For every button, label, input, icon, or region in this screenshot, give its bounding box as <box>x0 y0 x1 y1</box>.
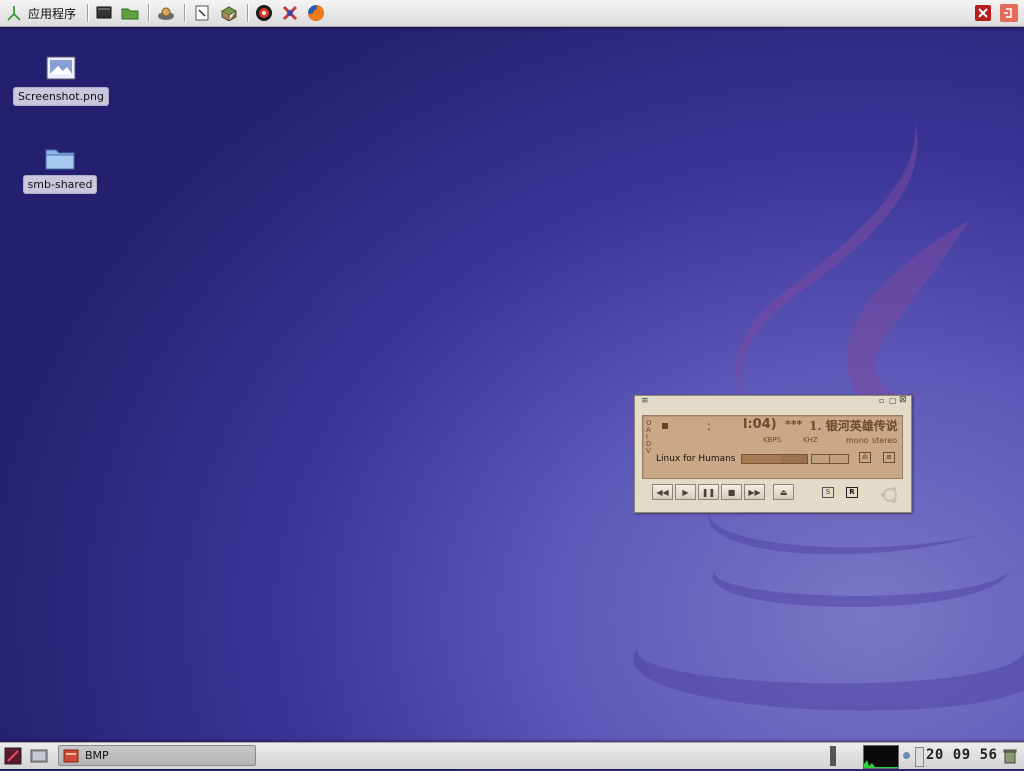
logout-button[interactable] <box>997 3 1021 23</box>
media-player-icon <box>256 5 272 21</box>
show-desktop-icon <box>4 747 22 765</box>
playlist-toggle[interactable]: ≡ <box>883 452 895 463</box>
image-file-icon <box>46 56 76 80</box>
file-manager-launcher[interactable] <box>120 3 140 23</box>
equalizer-toggle[interactable]: ılı <box>859 452 871 463</box>
bottom-panel: BMP 20 09 56 <box>0 742 1024 769</box>
play-button[interactable]: ▶ <box>675 484 696 500</box>
package-manager-launcher[interactable] <box>156 3 176 23</box>
close-icon[interactable]: ⊠ <box>899 395 907 405</box>
kbps-label: KBPS <box>763 436 782 444</box>
shade-icon[interactable]: ▢ <box>889 396 897 405</box>
vis-label: O A I D V <box>646 419 652 455</box>
clock[interactable]: 20 09 56 <box>926 747 997 763</box>
tools-icon <box>282 5 298 21</box>
time-colon: : <box>707 419 712 433</box>
logout-icon <box>1000 4 1018 22</box>
pause-button[interactable]: ❚❚ <box>698 484 719 500</box>
taskbar-item-bmp[interactable]: BMP <box>58 745 256 766</box>
trash-button[interactable] <box>1002 748 1018 764</box>
folder-icon <box>45 149 75 170</box>
text-editor-icon <box>195 5 209 21</box>
close-session-icon <box>975 5 991 21</box>
tray-handle[interactable] <box>830 746 836 766</box>
desktop-icon-label: smb-shared <box>22 175 98 194</box>
shuffle-button[interactable]: S <box>822 487 834 498</box>
file-manager-icon <box>121 8 139 20</box>
desktop-icon-label: Screenshot.png <box>13 87 109 106</box>
applications-menu[interactable]: 应用程序 <box>4 3 80 23</box>
terminal-icon <box>96 6 112 19</box>
stereo-label: stereo <box>872 436 898 445</box>
song-text: Linux for Humans <box>656 454 736 464</box>
workspace-icon <box>30 749 48 763</box>
player-titlebar[interactable]: ≡ ▫ ▢ ⊠ <box>635 395 911 408</box>
khz-label: KHZ <box>803 436 818 444</box>
previous-button[interactable]: ◀◀ <box>652 484 673 500</box>
eject-icon: ⏏ <box>779 487 788 497</box>
applications-icon <box>7 6 21 21</box>
stop-indicator <box>662 423 668 429</box>
terminal-launcher[interactable] <box>94 3 114 23</box>
panel-separator <box>87 4 89 22</box>
books-launcher[interactable] <box>218 3 240 23</box>
next-icon: ▶▶ <box>748 487 761 497</box>
mono-label: mono <box>846 436 869 445</box>
repeat-button[interactable]: R <box>846 487 858 498</box>
trash-icon <box>1003 749 1017 764</box>
workspace-switcher[interactable] <box>30 748 48 764</box>
firefox-launcher[interactable] <box>306 3 326 23</box>
show-desktop-button[interactable] <box>4 747 22 765</box>
panel-separator <box>184 4 186 22</box>
minimize-icon[interactable]: ▫ <box>879 396 884 405</box>
tools-launcher[interactable] <box>280 3 300 23</box>
position-slider[interactable] <box>741 454 808 464</box>
next-button[interactable]: ▶▶ <box>744 484 765 500</box>
firefox-icon <box>308 5 324 21</box>
time-display: l:04) <box>743 417 777 432</box>
media-player-launcher[interactable] <box>254 3 274 23</box>
track-title[interactable]: 1. 银河英雄传说 <box>809 417 898 434</box>
bmp-player-window: ≡ ▫ ▢ ⊠ O A I D V : l:04) *** 1. 银河英雄传说 … <box>634 395 912 513</box>
network-icon[interactable] <box>903 752 910 759</box>
cpu-monitor[interactable] <box>863 745 899 769</box>
bmp-app-icon <box>63 749 79 762</box>
volume-slider[interactable] <box>811 454 849 464</box>
text-editor-launcher[interactable] <box>192 3 212 23</box>
volume-icon[interactable] <box>915 747 924 767</box>
play-icon: ▶ <box>682 487 689 497</box>
rating-stars: *** <box>785 418 803 431</box>
volume-divider <box>829 455 830 463</box>
close-session-button[interactable] <box>972 3 994 23</box>
desktop-icon-screenshot[interactable]: Screenshot.png <box>13 55 109 106</box>
panel-separator <box>148 4 150 22</box>
pause-icon: ❚❚ <box>701 487 716 497</box>
position-fill <box>742 455 783 463</box>
stop-icon: ■ <box>727 487 736 497</box>
ubuntu-logo-icon <box>881 487 897 503</box>
eject-button[interactable]: ⏏ <box>773 484 794 500</box>
menu-icon[interactable]: ≡ <box>641 396 649 406</box>
package-manager-icon <box>158 7 174 20</box>
desktop-icon-smb-shared[interactable]: smb-shared <box>22 145 98 194</box>
cpu-graph-icon <box>864 760 898 768</box>
previous-icon: ◀◀ <box>656 487 669 497</box>
books-icon <box>220 6 238 21</box>
panel-separator <box>247 4 249 22</box>
stop-button[interactable]: ■ <box>721 484 742 500</box>
taskbar-item-label: BMP <box>85 749 109 762</box>
top-panel: 应用程序 <box>0 0 1024 27</box>
applications-label: 应用程序 <box>28 6 77 21</box>
player-display: O A I D V : l:04) *** 1. 银河英雄传说 KBPS KHZ… <box>642 415 903 479</box>
